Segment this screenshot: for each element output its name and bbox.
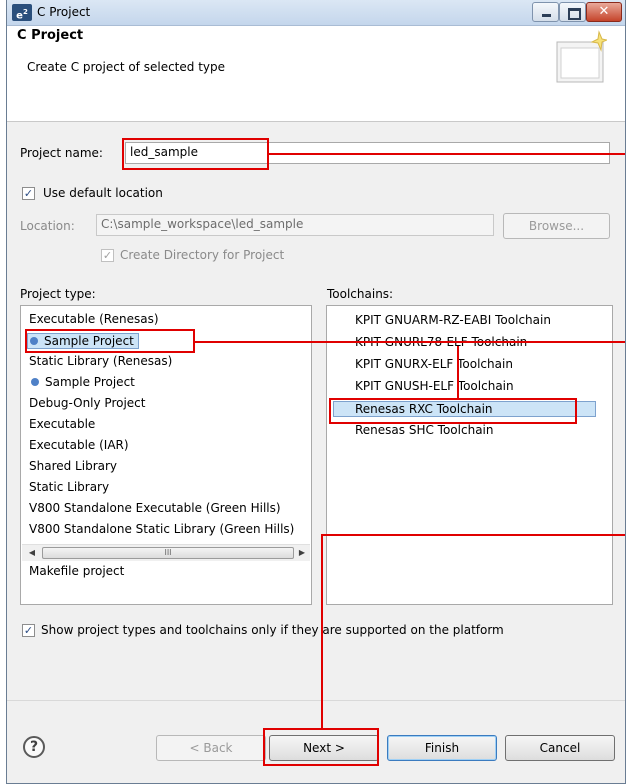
project-name-label-text: Project name: [20, 146, 103, 160]
annotation-box-next-button [263, 728, 379, 766]
page-description: Create C project of selected type [27, 60, 225, 74]
annotation-box-project-name [122, 138, 269, 170]
project-type-item-label: Executable (IAR) [29, 438, 129, 452]
project-type-item[interactable]: Sample Project [29, 375, 135, 389]
project-type-item-label: Shared Library [29, 459, 118, 473]
project-type-item[interactable]: Executable (Renesas) [29, 312, 159, 326]
bullet-icon [31, 378, 39, 386]
annotation-line-sample-project [195, 341, 625, 343]
project-type-item[interactable]: Executable [29, 417, 95, 431]
annotation-line-rxc-vertical [457, 346, 459, 398]
toolchain-item[interactable]: KPIT GNUARM-RZ-EABI Toolchain [355, 313, 551, 327]
annotation-line-project-name [269, 153, 625, 155]
wizard-banner-icon [556, 30, 607, 83]
create-directory-label: Create Directory for Project [120, 248, 285, 262]
title-bar[interactable]: e2 C Project ✕ [7, 0, 625, 26]
browse-button[interactable]: Browse... [503, 213, 610, 239]
scroll-left-icon[interactable]: ◀ [24, 547, 40, 559]
use-default-location-checkbox[interactable]: ✓ [22, 187, 35, 200]
toolchain-item-label: Renesas SHC Toolchain [355, 423, 494, 437]
toolchain-item-label: KPIT GNUSH-ELF Toolchain [355, 379, 514, 393]
project-type-item-label: Static Library (Renesas) [29, 354, 173, 368]
annotation-line-next-vertical [321, 534, 323, 730]
project-type-item-label: Sample Project [45, 375, 135, 389]
maximize-button[interactable] [559, 2, 586, 22]
annotation-box-rxc-toolchain [329, 398, 577, 424]
toolchain-item[interactable]: KPIT GNURX-ELF Toolchain [355, 357, 513, 371]
finish-button[interactable]: Finish [387, 735, 497, 761]
maximize-icon [568, 8, 581, 20]
horizontal-scrollbar[interactable]: ◀ III ▶ [22, 544, 310, 561]
scroll-right-icon[interactable]: ▶ [294, 547, 310, 559]
toolchain-item-label: KPIT GNURX-ELF Toolchain [355, 357, 513, 371]
toolchain-item-label: KPIT GNUARM-RZ-EABI Toolchain [355, 313, 551, 327]
location-label: Location: [20, 219, 75, 233]
project-type-item-label: V800 Standalone Executable (Green Hills) [29, 501, 281, 515]
project-type-item[interactable]: Debug-Only Project [29, 396, 145, 410]
project-name-label: Project name: [20, 146, 103, 160]
project-type-item-label: Executable [29, 417, 96, 431]
project-type-item[interactable]: Static Library (Renesas) [29, 354, 172, 368]
use-default-location-label: Use default location [43, 186, 163, 200]
project-type-item[interactable]: V800 Standalone Executable (Green Hills) [29, 501, 281, 515]
footer-divider [7, 700, 625, 701]
toolchain-item[interactable]: KPIT GNUSH-ELF Toolchain [355, 379, 514, 393]
create-directory-checkbox[interactable]: ✓ [101, 249, 114, 262]
project-type-item[interactable]: Shared Library [29, 459, 117, 473]
app-badge-letter: e [16, 10, 23, 22]
cancel-button[interactable]: Cancel [505, 735, 615, 761]
annotation-line-next-horizontal [321, 534, 625, 536]
show-supported-label: Show project types and toolchains only i… [41, 623, 504, 637]
app-badge-sup: 2 [22, 8, 28, 16]
page-title: C Project [17, 28, 84, 43]
location-input[interactable]: C:\sample_workspace\led_sample [96, 214, 494, 236]
project-type-item-label: Makefile project [29, 564, 125, 578]
project-type-item-label: V800 Standalone Static Library (Green Hi… [29, 522, 295, 536]
toolchains-label: Toolchains: [327, 287, 394, 301]
minimize-icon [542, 14, 551, 17]
project-type-item-label: Executable (Renesas) [29, 312, 159, 326]
dialog-window: e2 C Project ✕ C Project Create C projec… [6, 0, 626, 784]
project-type-item-label: Debug-Only Project [29, 396, 146, 410]
toolchains-list[interactable]: KPIT GNUARM-RZ-EABI ToolchainKPIT GNURL7… [326, 305, 613, 605]
project-type-item[interactable]: V800 Standalone Static Library (Green Hi… [29, 522, 294, 536]
project-type-item[interactable]: Static Library [29, 480, 109, 494]
toolchain-item[interactable]: Renesas SHC Toolchain [355, 423, 493, 437]
close-button[interactable]: ✕ [586, 2, 622, 22]
project-type-item[interactable]: Executable (IAR) [29, 438, 129, 452]
window-title: C Project [37, 5, 91, 19]
e2-studio-icon: e2 [12, 4, 32, 21]
project-type-label: Project type: [20, 287, 96, 301]
scrollbar-thumb[interactable]: III [42, 547, 294, 559]
help-icon[interactable]: ? [23, 736, 45, 758]
back-button[interactable]: < Back [156, 735, 266, 761]
show-supported-checkbox[interactable]: ✓ [22, 624, 35, 637]
wizard-header: C Project Create C project of selected t… [7, 26, 625, 122]
minimize-button[interactable] [532, 2, 559, 22]
annotation-box-sample-project [25, 329, 195, 353]
project-type-item-label: Static Library [29, 480, 110, 494]
project-type-item[interactable]: Makefile project [29, 564, 124, 578]
